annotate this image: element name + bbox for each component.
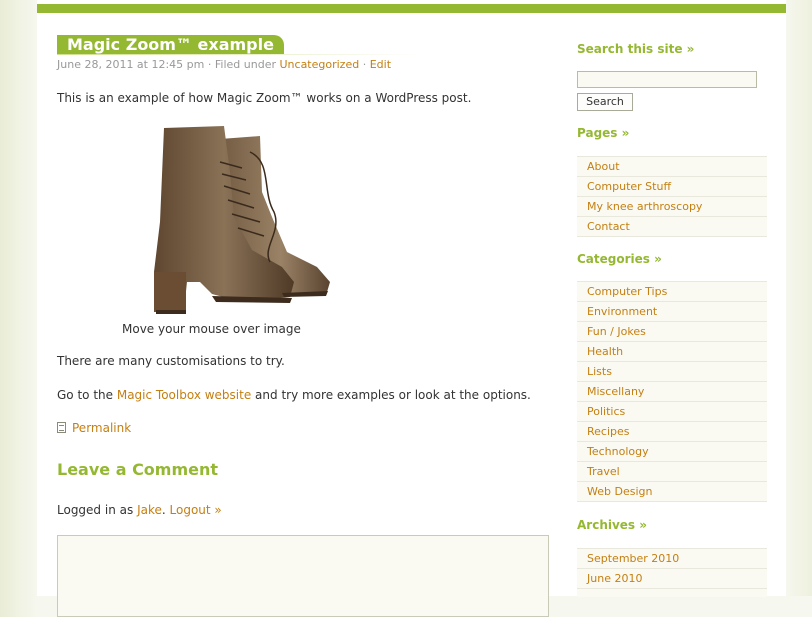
category-item-recipes[interactable]: Recipes: [577, 422, 767, 442]
category-item-health[interactable]: Health: [577, 342, 767, 362]
pages-item-knee-arthroscopy[interactable]: My knee arthroscopy: [577, 197, 767, 217]
image-caption: Move your mouse over image: [122, 322, 301, 336]
magic-toolbox-link[interactable]: Magic Toolbox website: [117, 388, 251, 402]
search-input[interactable]: [577, 71, 757, 88]
archives-heading: Archives »: [577, 518, 648, 532]
categories-list: Computer Tips Environment Fun / Jokes He…: [577, 281, 767, 502]
category-item-web-design[interactable]: Web Design: [577, 482, 767, 502]
post-date: June 28, 2011 at 12:45 pm: [57, 58, 205, 71]
logged-dot: .: [161, 503, 166, 517]
toolbox-paragraph: Go to the Magic Toolbox website and try …: [57, 388, 531, 402]
meta-separator: ·: [362, 58, 367, 71]
archive-item-june-2010[interactable]: June 2010: [577, 569, 767, 589]
go-prefix: Go to the: [57, 388, 114, 402]
category-item-fun-jokes[interactable]: Fun / Jokes: [577, 322, 767, 342]
filed-under-label: · Filed under: [207, 58, 276, 71]
leave-comment-heading: Leave a Comment: [57, 460, 219, 479]
category-link[interactable]: Uncategorized: [280, 58, 360, 71]
logout-link[interactable]: Logout »: [170, 503, 222, 517]
title-underline: [57, 54, 422, 55]
page-container: Magic Zoom™ example June 28, 2011 at 12:…: [37, 0, 786, 617]
go-suffix: and try more examples or look at the opt…: [255, 388, 531, 402]
customisations-text: There are many customisations to try.: [57, 354, 285, 368]
zoom-image: [154, 126, 330, 314]
search-heading: Search this site »: [577, 42, 695, 56]
permalink-link[interactable]: Permalink: [72, 421, 131, 435]
category-item-travel[interactable]: Travel: [577, 462, 767, 482]
post-title: Magic Zoom™ example: [57, 35, 284, 55]
search-button[interactable]: Search: [577, 93, 633, 111]
post-meta: June 28, 2011 at 12:45 pm · Filed under …: [57, 58, 391, 71]
pages-item-contact[interactable]: Contact: [577, 217, 767, 237]
logged-in-line: Logged in as Jake. Logout »: [57, 503, 222, 517]
archives-list: September 2010 June 2010: [577, 548, 767, 597]
pages-heading: Pages »: [577, 126, 630, 140]
post-intro: This is an example of how Magic Zoom™ wo…: [57, 91, 472, 105]
page-background-right: [786, 0, 812, 596]
user-link[interactable]: Jake: [137, 503, 162, 517]
header-bar: [37, 4, 786, 13]
categories-heading: Categories »: [577, 252, 662, 266]
permalink-row: Permalink: [57, 421, 131, 435]
comment-textarea[interactable]: [57, 535, 549, 617]
category-item-environment[interactable]: Environment: [577, 302, 767, 322]
document-icon: [57, 422, 66, 433]
edit-link[interactable]: Edit: [370, 58, 391, 71]
pages-item-about[interactable]: About: [577, 157, 767, 177]
category-item-computer-tips[interactable]: Computer Tips: [577, 282, 767, 302]
boot-image[interactable]: [112, 122, 342, 317]
category-item-miscellany[interactable]: Miscellany: [577, 382, 767, 402]
pages-list: About Computer Stuff My knee arthroscopy…: [577, 156, 767, 237]
pages-item-computer-stuff[interactable]: Computer Stuff: [577, 177, 767, 197]
logged-in-prefix: Logged in as: [57, 503, 134, 517]
archive-item-september-2010[interactable]: September 2010: [577, 549, 767, 569]
category-item-politics[interactable]: Politics: [577, 402, 767, 422]
category-item-lists[interactable]: Lists: [577, 362, 767, 382]
category-item-technology[interactable]: Technology: [577, 442, 767, 462]
